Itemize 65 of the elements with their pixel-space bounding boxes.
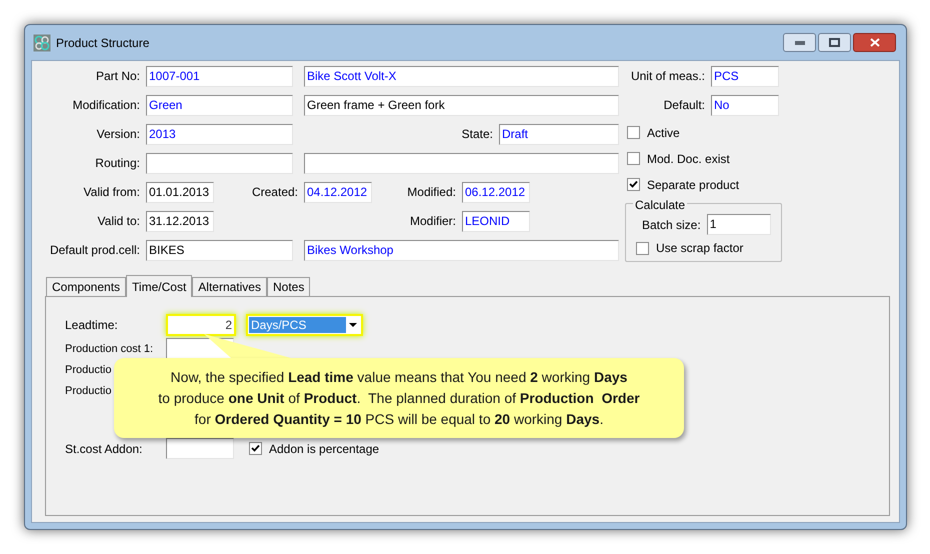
field-label: Modified: [407,185,456,199]
checkbox[interactable] [636,242,649,254]
minimize-icon [794,40,804,44]
checkbox-label: Mod. Doc. exist [647,150,730,168]
field-label: Valid from: [84,185,140,199]
maximize-icon [829,38,840,47]
field-label: Productio [65,385,112,397]
field-label: Batch size: [642,216,701,234]
tab[interactable]: Time/Cost [126,275,192,297]
tab[interactable]: Alternatives [192,277,267,296]
minimize-button[interactable] [783,33,816,52]
input-field[interactable] [146,152,293,174]
checkbox-label: Active [647,124,680,142]
input-field[interactable]: BIKES [146,240,293,260]
dropdown-value: Days/PCS [249,317,346,333]
callout-text: Now, the specified Lead time value means that You need 2 working Days to produce one Unit of Product. The planned duration of Production Order for Ordered Quantity = 10 PCS will be equal to 20 working Days. [158,368,640,429]
field-label: Routing: [95,156,140,170]
input-field[interactable]: Green frame + Green fork [304,94,619,116]
input-field[interactable]: 2 [166,314,236,336]
field-label: Created: [252,185,298,199]
field-label: Version: [96,127,140,141]
input-field[interactable]: 04.12.2012 [304,182,372,202]
field-label: Productio [65,364,112,376]
input-field[interactable]: Bikes Workshop [304,240,619,260]
input-field[interactable]: 1 [706,214,771,235]
field-label: Default: [664,98,705,112]
gear-cluster-icon [33,34,51,52]
close-icon [870,38,880,47]
field-label: Unit of meas.: [630,69,705,83]
input-field[interactable]: PCS [711,66,779,86]
checkbox-label: Separate product [647,176,740,194]
field-label: State: [462,127,493,141]
checkbox-label: Use scrap factor [656,240,744,257]
checkbox[interactable] [627,126,640,139]
field-label: Part No: [96,69,140,83]
checkbox[interactable] [249,442,262,455]
checkbox[interactable] [627,152,640,165]
input-field[interactable]: 31.12.2013 [146,210,214,232]
field-label: Default prod.cell: [50,243,140,257]
field-label: St.cost Addon: [65,442,142,456]
field-label: Modifier: [410,214,456,228]
field-label: Production cost 1: [65,343,154,355]
maximize-button[interactable] [818,33,851,52]
input-field[interactable]: Green [146,94,293,116]
input-field[interactable]: LEONID [462,210,530,232]
input-field[interactable]: Draft [499,124,619,144]
input-field[interactable]: 1007-001 [146,66,293,86]
input-field[interactable] [166,438,234,459]
input-field[interactable]: Bike Scott Volt-X [304,66,619,86]
input-field[interactable]: No [711,94,779,116]
input-field[interactable]: 01.01.2013 [146,182,214,202]
close-button[interactable] [853,33,896,52]
tab[interactable]: Components [46,277,126,296]
checkbox[interactable] [627,178,640,191]
input-field[interactable]: 2013 [146,124,293,144]
input-field[interactable] [304,152,619,174]
input-field[interactable]: 06.12.2012 [462,182,530,202]
checkmark-icon [251,444,260,453]
field-label: Valid to: [98,214,140,228]
field-label: Modification: [72,98,140,112]
field-label: Leadtime: [65,318,118,332]
checkbox-label: Addon is percentage [269,440,380,458]
window-title: Product Structure [56,34,150,52]
tab[interactable]: Notes [266,277,310,296]
checkmark-icon [629,180,638,189]
